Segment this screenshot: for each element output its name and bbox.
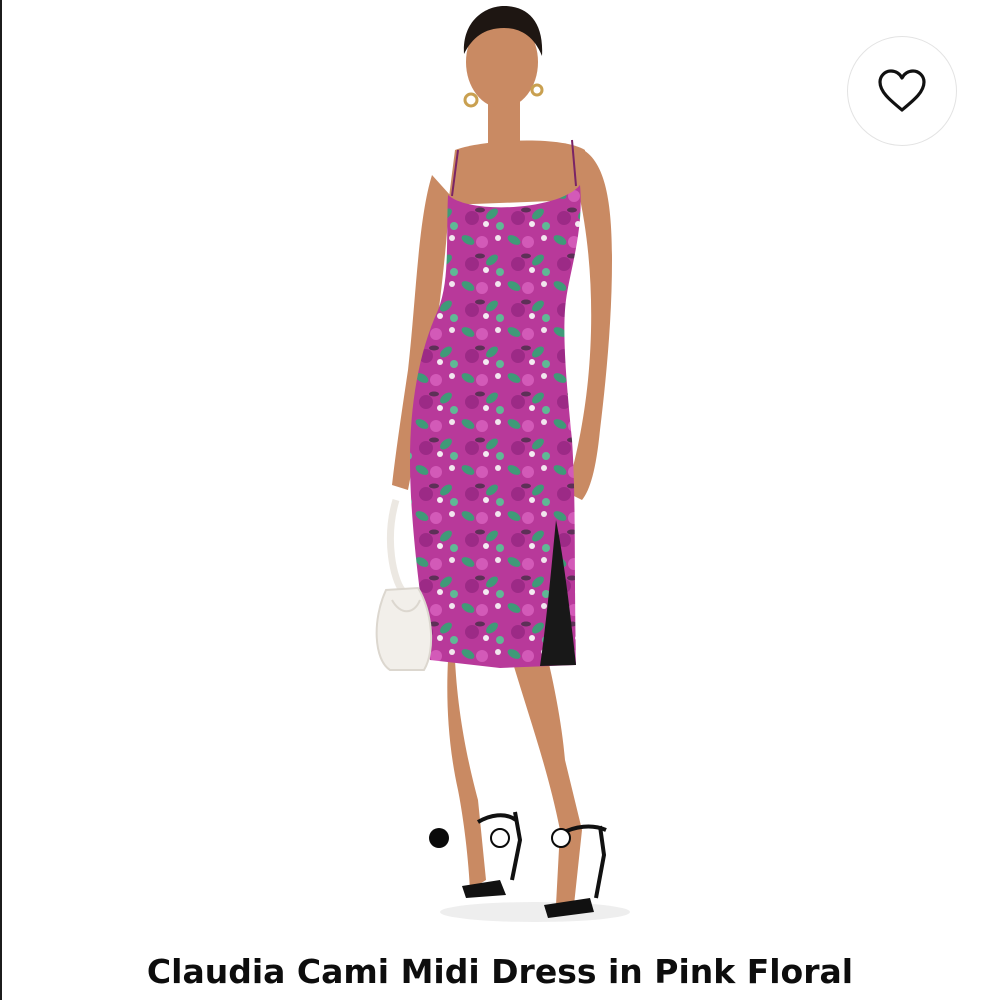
heart-outline-icon: [878, 69, 926, 112]
carousel-dot-3[interactable]: [551, 828, 571, 848]
product-title: Claudia Cami Midi Dress in Pink Floral: [146, 952, 854, 991]
favorite-button[interactable]: [847, 36, 957, 146]
carousel-indicators: [0, 828, 1000, 848]
product-image[interactable]: [0, 0, 1000, 945]
carousel-dot-1[interactable]: [429, 828, 449, 848]
carousel-dot-2[interactable]: [490, 828, 510, 848]
